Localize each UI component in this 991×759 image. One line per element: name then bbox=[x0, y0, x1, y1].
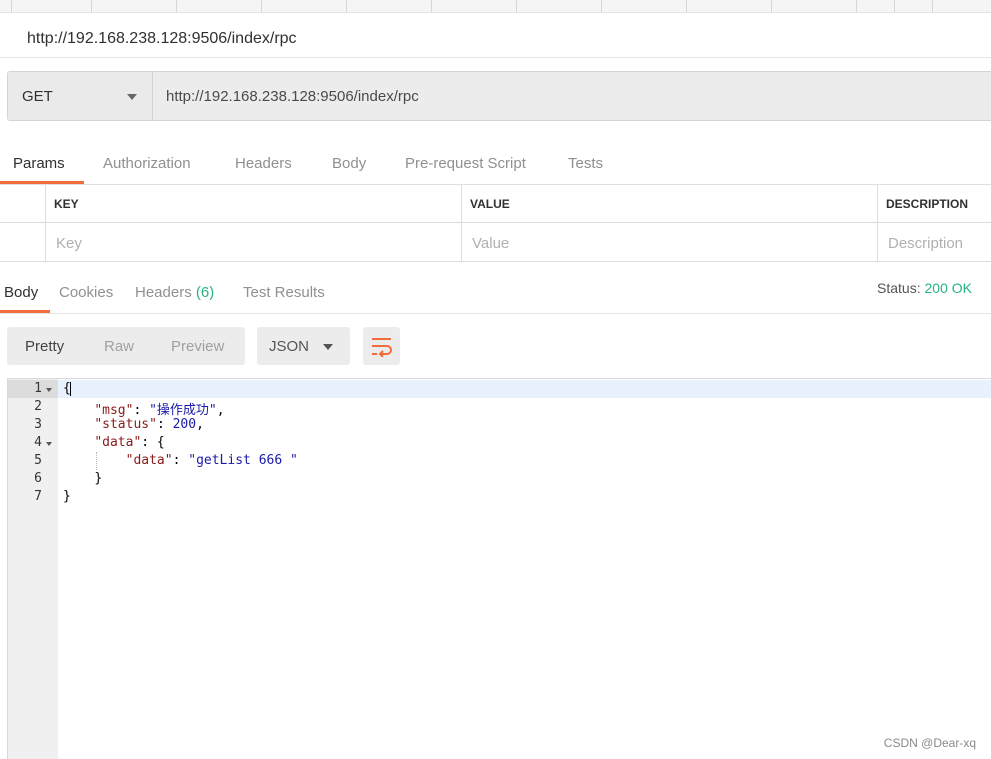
format-toggle-group: Pretty Raw Preview bbox=[7, 327, 245, 365]
line-number: 6 bbox=[34, 471, 42, 486]
line-number: 4 bbox=[34, 435, 42, 450]
line-number: 3 bbox=[34, 417, 42, 432]
app-tab[interactable] bbox=[772, 0, 857, 12]
request-tabs: Params Authorization Headers Body Pre-re… bbox=[0, 135, 991, 185]
raw-button[interactable]: Raw bbox=[104, 338, 134, 355]
line-number: 7 bbox=[34, 489, 42, 504]
request-title: http://192.168.238.128:9506/index/rpc bbox=[27, 30, 297, 47]
column-divider bbox=[461, 185, 462, 262]
json-separator: , bbox=[196, 417, 204, 432]
active-tab-indicator bbox=[0, 310, 50, 313]
json-key: "status" bbox=[94, 417, 157, 432]
active-tab-indicator bbox=[0, 181, 84, 184]
code-line: "data": { bbox=[63, 435, 165, 450]
tab-response-headers[interactable]: Headers (6) bbox=[135, 284, 214, 301]
code-line: } bbox=[63, 471, 102, 486]
tab-headers[interactable]: Headers bbox=[235, 155, 292, 172]
chevron-down-icon bbox=[323, 344, 333, 350]
json-separator: : { bbox=[141, 435, 165, 450]
tab-response-body[interactable]: Body bbox=[4, 284, 38, 301]
wrap-lines-icon bbox=[372, 338, 392, 357]
tab-pre-request-script[interactable]: Pre-request Script bbox=[405, 155, 526, 172]
key-input[interactable]: Key bbox=[56, 235, 82, 252]
active-line-highlight bbox=[58, 380, 991, 398]
code-line: } bbox=[63, 489, 71, 504]
app-tab[interactable] bbox=[347, 0, 432, 12]
brace: } bbox=[63, 489, 71, 504]
line-number: 5 bbox=[34, 453, 42, 468]
pretty-button[interactable]: Pretty bbox=[25, 338, 64, 355]
code-line: { bbox=[63, 381, 71, 396]
tab-body[interactable]: Body bbox=[332, 155, 366, 172]
url-input[interactable]: http://192.168.238.128:9506/index/rpc bbox=[153, 72, 991, 120]
json-separator: : bbox=[133, 403, 150, 418]
json-separator: : bbox=[172, 453, 189, 468]
app-tab[interactable] bbox=[432, 0, 517, 12]
table-header-row: KEY VALUE DESCRIPTION bbox=[0, 185, 991, 223]
app-tab[interactable] bbox=[517, 0, 602, 12]
app-tab[interactable] bbox=[857, 0, 895, 12]
brace: } bbox=[94, 471, 103, 486]
method-select[interactable]: GET bbox=[8, 72, 153, 120]
column-header-key: KEY bbox=[54, 197, 79, 211]
app-tab[interactable] bbox=[262, 0, 347, 12]
language-select[interactable]: JSON bbox=[257, 327, 350, 365]
tab-cookies[interactable]: Cookies bbox=[59, 284, 113, 301]
line-number: 2 bbox=[34, 399, 42, 414]
json-string: "getList 666 " bbox=[188, 453, 298, 468]
url-bar: GET http://192.168.238.128:9506/index/rp… bbox=[7, 71, 991, 121]
language-label: JSON bbox=[269, 338, 310, 355]
response-tabs: Body Cookies Headers (6) Test Results St… bbox=[0, 262, 991, 314]
tab-test-results[interactable]: Test Results bbox=[243, 284, 325, 301]
chevron-down-icon bbox=[127, 94, 137, 100]
fold-toggle-icon[interactable] bbox=[46, 442, 52, 446]
code-line: "status": 200, bbox=[63, 417, 204, 432]
method-label: GET bbox=[22, 87, 53, 105]
app-tab[interactable] bbox=[602, 0, 687, 12]
wrap-lines-button[interactable] bbox=[363, 327, 400, 365]
text-cursor bbox=[69, 381, 71, 396]
json-string: "操作成功" bbox=[149, 403, 217, 418]
headers-count-badge: (6) bbox=[195, 284, 215, 301]
column-divider bbox=[45, 185, 46, 262]
tab-tests[interactable]: Tests bbox=[568, 155, 603, 172]
indent-guide bbox=[96, 452, 97, 470]
column-divider bbox=[877, 185, 878, 262]
status-label: Status: bbox=[877, 280, 921, 296]
divider bbox=[0, 57, 991, 58]
app-tab[interactable] bbox=[12, 0, 92, 12]
tab-response-headers-label: Headers bbox=[135, 284, 192, 301]
params-table: KEY VALUE DESCRIPTION Key Value Descript… bbox=[0, 185, 991, 262]
line-number: 1 bbox=[34, 381, 42, 396]
table-row: Key Value Description bbox=[0, 224, 991, 262]
value-input[interactable]: Value bbox=[472, 235, 509, 252]
json-key: "msg" bbox=[94, 403, 134, 418]
column-header-value: VALUE bbox=[470, 197, 510, 211]
app-tab[interactable] bbox=[687, 0, 772, 12]
status-value: 200 OK bbox=[924, 280, 972, 296]
json-number: 200 bbox=[172, 417, 197, 432]
json-separator: , bbox=[216, 403, 225, 418]
app-tab[interactable] bbox=[0, 0, 12, 12]
app-tab[interactable] bbox=[92, 0, 177, 12]
json-key: "data" bbox=[94, 435, 142, 450]
watermark: CSDN @Dear-xq bbox=[883, 736, 976, 750]
code-line: "data": "getList 666 " bbox=[63, 453, 298, 468]
description-input[interactable]: Description bbox=[888, 235, 963, 252]
json-key: "data" bbox=[125, 453, 173, 468]
status-indicator: Status: 200 OK bbox=[877, 280, 972, 296]
preview-button[interactable]: Preview bbox=[171, 338, 224, 355]
app-tab[interactable] bbox=[895, 0, 933, 12]
tab-authorization[interactable]: Authorization bbox=[103, 155, 191, 172]
json-separator: : bbox=[156, 417, 173, 432]
fold-toggle-icon[interactable] bbox=[46, 388, 52, 392]
column-header-description: DESCRIPTION bbox=[886, 197, 969, 211]
app-tab-strip bbox=[0, 0, 991, 13]
app-tab[interactable] bbox=[177, 0, 262, 12]
response-body-editor[interactable]: 1 2 3 4 5 6 7 { "msg": "操作成功", "status":… bbox=[7, 378, 991, 759]
code-line: "msg": "操作成功", bbox=[63, 399, 225, 418]
tab-params[interactable]: Params bbox=[13, 155, 65, 172]
